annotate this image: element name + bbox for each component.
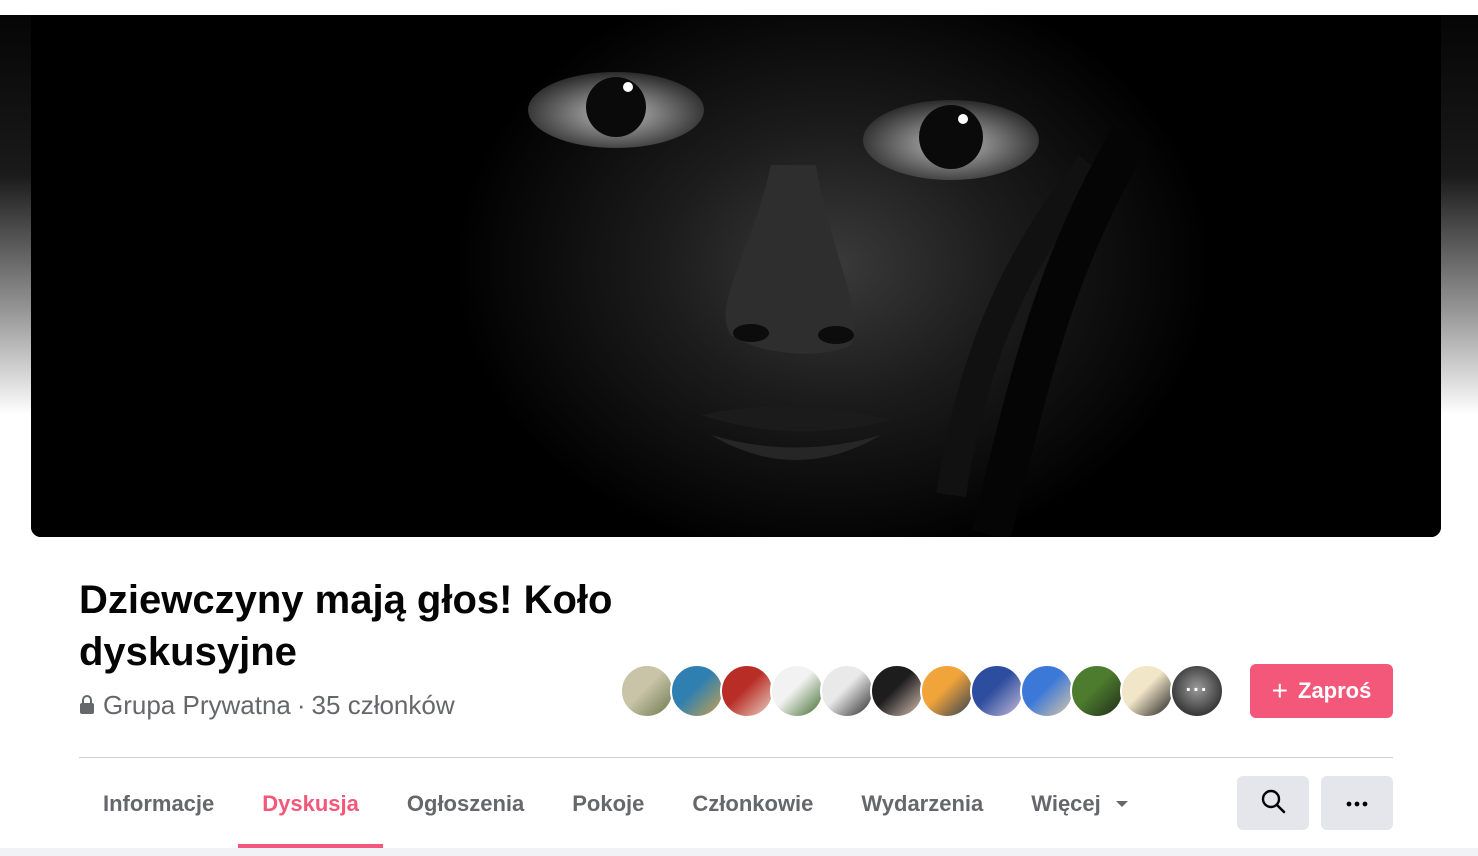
avatar-nature-icon[interactable]	[1070, 664, 1124, 718]
member-count[interactable]: 35 członków	[312, 690, 455, 721]
invite-button[interactable]: + Zaproś	[1250, 664, 1393, 718]
tab-informacje[interactable]: Informacje	[79, 760, 238, 848]
face-portrait-icon	[31, 15, 1441, 537]
more-options-button[interactable]	[1321, 776, 1393, 830]
search-button[interactable]	[1237, 776, 1309, 830]
caret-down-icon	[1115, 799, 1129, 809]
tab-label: Dyskusja	[262, 791, 359, 816]
group-tabs: Informacje Dyskusja Ogłoszenia Pokoje Cz…	[79, 760, 1153, 848]
avatar-blonde-icon[interactable]	[1120, 664, 1174, 718]
plus-icon: +	[1271, 675, 1288, 706]
search-icon	[1260, 788, 1286, 819]
privacy-label[interactable]: Grupa Prywatna	[103, 690, 291, 721]
invite-label: Zaproś	[1298, 678, 1372, 703]
avatar-tree-icon[interactable]	[770, 664, 824, 718]
avatar-city-icon[interactable]	[1020, 664, 1074, 718]
lock-icon	[79, 695, 95, 715]
meta-separator: ·	[296, 689, 306, 720]
tab-dyskusja[interactable]: Dyskusja	[238, 760, 383, 848]
avatar-dress-icon[interactable]	[820, 664, 874, 718]
tab-label: Więcej	[1031, 791, 1101, 816]
more-horizontal-icon	[1346, 794, 1368, 812]
tab-label: Wydarzenia	[861, 791, 984, 816]
tab-wiecej[interactable]: Więcej	[1007, 760, 1153, 848]
top-band	[0, 0, 1478, 15]
group-title: Dziewczyny mają głos! Koło dyskusyjne	[79, 578, 613, 674]
divider	[79, 757, 1393, 758]
avatar-red-hair-icon[interactable]	[720, 664, 774, 718]
tab-ogloszenia[interactable]: Ogłoszenia	[383, 760, 548, 848]
tab-pokoje[interactable]: Pokoje	[548, 760, 668, 848]
tab-czlonkowie[interactable]: Członkowie	[668, 760, 837, 848]
avatar-woman-icon[interactable]	[870, 664, 924, 718]
member-avatars: ···	[620, 664, 1224, 718]
avatar-mosaic-icon[interactable]	[970, 664, 1024, 718]
tab-label: Pokoje	[572, 791, 645, 816]
tab-label: Ogłoszenia	[406, 791, 525, 816]
tab-wydarzenia[interactable]: Wydarzenia	[837, 760, 1007, 848]
content-area-edge	[0, 848, 1478, 856]
avatar-trees-icon[interactable]	[620, 664, 674, 718]
tab-label: Informacje	[103, 791, 215, 816]
tab-label: Członkowie	[692, 791, 814, 816]
avatar-sunglasses-icon[interactable]: ···	[1170, 664, 1224, 718]
cover-photo[interactable]	[31, 15, 1441, 537]
avatar-sunset-icon[interactable]	[920, 664, 974, 718]
avatar-dancers-icon[interactable]	[670, 664, 724, 718]
more-members-indicator: ···	[1185, 679, 1209, 702]
group-meta: Grupa Prywatna · 35 członków	[79, 688, 455, 722]
